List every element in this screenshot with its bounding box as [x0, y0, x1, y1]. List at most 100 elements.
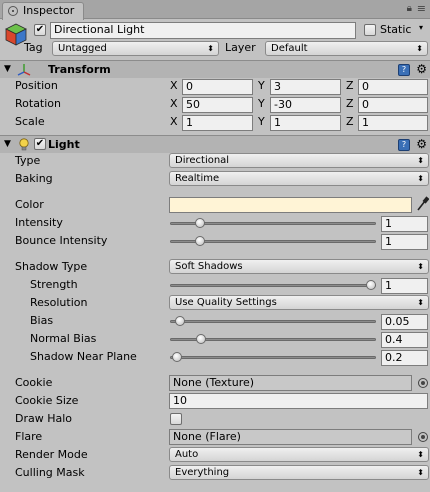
axis-x-label[interactable]: X [170, 78, 178, 94]
bias-slider-thumb[interactable] [174, 316, 185, 326]
flare-object-field[interactable]: None (Flare) [169, 429, 412, 445]
render-mode-dropdown[interactable]: Auto ⬍ [169, 447, 429, 462]
scale-x-input[interactable]: 1 [182, 115, 253, 131]
axis-z-label[interactable]: Z [346, 96, 354, 112]
light-title: Light [48, 138, 80, 151]
rotation-z-input[interactable]: 0 [358, 97, 428, 113]
shadow-near-plane-slider-thumb[interactable] [171, 352, 182, 362]
gear-icon[interactable]: ⚙︎ [416, 137, 427, 151]
object-picker-icon[interactable] [418, 378, 428, 388]
axis-y-label[interactable]: Y [258, 96, 265, 112]
axis-x-label[interactable]: X [170, 96, 178, 112]
shadow-near-plane-slider-track[interactable] [170, 356, 376, 359]
axis-y-label[interactable]: Y [258, 114, 265, 130]
color-swatch[interactable] [169, 197, 412, 213]
tab-bar: Inspector 🔒︎ ≡ [0, 0, 430, 20]
dropdown-arrow-icon: ⬍ [417, 174, 424, 183]
strength-slider-track[interactable] [170, 284, 376, 287]
tag-value: Untagged [58, 43, 107, 54]
bias-label: Bias [30, 314, 54, 327]
transform-title: Transform [48, 63, 111, 76]
static-checkbox[interactable] [364, 24, 376, 36]
intensity-input[interactable]: 1 [381, 216, 428, 232]
static-label: Static [380, 23, 412, 36]
bounce-intensity-slider-thumb[interactable] [194, 236, 205, 246]
axis-y-label[interactable]: Y [258, 78, 265, 94]
lock-icon[interactable]: 🔒︎ [407, 3, 412, 14]
baking-dropdown[interactable]: Realtime ⬍ [169, 171, 429, 186]
culling-mask-dropdown[interactable]: Everything ⬍ [169, 465, 429, 480]
layer-value: Default [271, 43, 308, 54]
foldout-arrow-icon[interactable]: ▼ [4, 139, 11, 149]
resolution-dropdown[interactable]: Use Quality Settings ⬍ [169, 295, 429, 310]
dropdown-arrow-icon: ⬍ [417, 468, 424, 477]
position-y-input[interactable]: 3 [270, 79, 341, 95]
tag-dropdown[interactable]: Untagged ⬍ [52, 41, 219, 56]
position-x-input[interactable]: 0 [182, 79, 253, 95]
scale-y-input[interactable]: 1 [270, 115, 341, 131]
foldout-arrow-icon[interactable]: ▼ [4, 64, 11, 74]
shadow-near-plane-input[interactable]: 0.2 [381, 350, 428, 366]
axis-x-label[interactable]: X [170, 114, 178, 130]
shadow-type-dropdown[interactable]: Soft Shadows ⬍ [169, 259, 429, 274]
menu-icon[interactable]: ≡ [417, 2, 426, 15]
static-dropdown-arrow-icon[interactable]: ▾ [419, 23, 423, 32]
dropdown-arrow-icon: ⬍ [416, 44, 423, 53]
bounce-intensity-label: Bounce Intensity [15, 234, 108, 247]
tag-label: Tag [24, 41, 43, 54]
draw-halo-checkbox[interactable] [170, 413, 182, 425]
resolution-label: Resolution [30, 296, 88, 309]
layer-dropdown[interactable]: Default ⬍ [265, 41, 428, 56]
shadow-type-value: Soft Shadows [175, 261, 243, 272]
render-mode-value: Auto [175, 449, 199, 460]
rotation-label: Rotation [15, 97, 62, 110]
strength-label: Strength [30, 278, 78, 291]
help-book-icon[interactable]: ? [398, 64, 410, 76]
light-enabled-checkbox[interactable]: ✔ [34, 138, 46, 150]
type-dropdown[interactable]: Directional ⬍ [169, 153, 429, 168]
active-checkbox[interactable]: ✔ [34, 24, 46, 36]
axis-z-label[interactable]: Z [346, 114, 354, 130]
tab-inspector[interactable]: Inspector [2, 2, 84, 20]
type-label: Type [15, 154, 41, 167]
bias-input[interactable]: 0.05 [381, 314, 428, 330]
scale-z-input[interactable]: 1 [358, 115, 428, 131]
color-label: Color [15, 198, 44, 211]
strength-input[interactable]: 1 [381, 278, 428, 294]
transform-axes-icon [17, 64, 31, 76]
light-header[interactable]: ▼ ✔ Light ? ⚙︎ [0, 135, 430, 153]
bias-slider-track[interactable] [170, 320, 376, 323]
normal-bias-label: Normal Bias [30, 332, 97, 345]
object-picker-icon[interactable] [418, 432, 428, 442]
normal-bias-slider-thumb[interactable] [196, 334, 207, 344]
draw-halo-label: Draw Halo [15, 412, 73, 425]
flare-label: Flare [15, 430, 43, 443]
resolution-value: Use Quality Settings [175, 297, 277, 308]
gear-icon[interactable]: ⚙︎ [416, 62, 427, 76]
light-bulb-icon [19, 138, 29, 151]
dropdown-arrow-icon: ⬍ [417, 450, 424, 459]
culling-mask-value: Everything [175, 467, 230, 478]
rotation-x-input[interactable]: 50 [182, 97, 253, 113]
baking-label: Baking [15, 172, 53, 185]
bounce-intensity-input[interactable]: 1 [381, 234, 428, 250]
strength-slider-thumb[interactable] [366, 280, 376, 290]
scale-label: Scale [15, 115, 45, 128]
cookie-object-field[interactable]: None (Texture) [169, 375, 412, 391]
normal-bias-input[interactable]: 0.4 [381, 332, 428, 348]
shadow-near-plane-label: Shadow Near Plane [30, 350, 137, 363]
cookie-label: Cookie [15, 376, 53, 389]
transform-header[interactable]: ▼ Transform ? ⚙︎ [0, 60, 430, 78]
eyedropper-icon[interactable] [415, 196, 429, 212]
shadow-type-label: Shadow Type [15, 260, 88, 273]
help-book-icon[interactable]: ? [398, 139, 410, 151]
position-z-input[interactable]: 0 [358, 79, 428, 95]
baking-value: Realtime [175, 173, 220, 184]
object-name-input[interactable]: Directional Light [50, 22, 356, 39]
axis-z-label[interactable]: Z [346, 78, 354, 94]
cookie-size-input[interactable]: 10 [169, 393, 428, 409]
inspector-icon [8, 6, 18, 16]
rotation-y-input[interactable]: -30 [270, 97, 341, 113]
tab-inspector-label: Inspector [23, 4, 75, 17]
intensity-slider-thumb[interactable] [194, 218, 205, 228]
